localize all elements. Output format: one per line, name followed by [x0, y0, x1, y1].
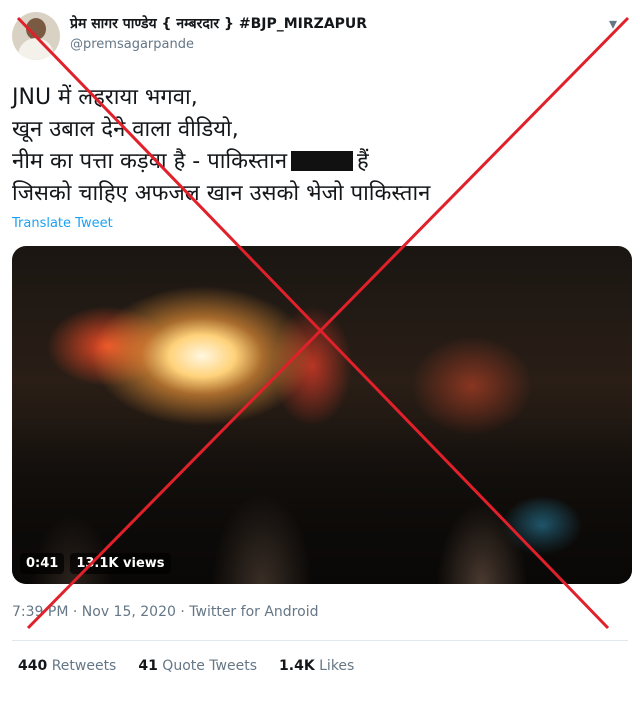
tweet-line-3-end: हैं — [357, 149, 369, 174]
avatar[interactable] — [12, 12, 60, 60]
retweets-count: 440 — [18, 658, 48, 674]
author-handle[interactable]: @premsagarpande — [70, 37, 194, 52]
divider — [12, 640, 628, 641]
author-name[interactable]: प्रेम सागर पाण्डेय { नम्बरदार } #BJP_MIR… — [70, 14, 367, 33]
more-options-icon[interactable]: ▾ — [602, 12, 624, 34]
tweet-text: JNU में लहराया भगवा, खून उबाल देने वाला … — [12, 82, 612, 210]
meta-separator-1: · — [72, 604, 78, 620]
tweet-meta: 7:39 PM · Nov 15, 2020 · Twitter for And… — [12, 604, 318, 620]
tweet-source[interactable]: Twitter for Android — [189, 604, 318, 620]
tweet-date[interactable]: Nov 15, 2020 — [82, 604, 176, 620]
tweet-line-3: नीम का पत्ता कड़वा है - पाकिस्तान हैं — [12, 146, 612, 178]
retweets-label: Retweets — [51, 658, 117, 674]
video-views: 13.1K views — [70, 553, 171, 574]
tweet-line-2: खून उबाल देने वाला वीडियो, — [12, 117, 239, 142]
video-player[interactable]: 0:41 13.1K views — [12, 246, 632, 584]
tweet-time[interactable]: 7:39 PM — [12, 604, 68, 620]
redaction-bar — [291, 151, 354, 171]
avatar-body — [18, 38, 54, 60]
tweet-line-1: JNU में लहराया भगवा, — [12, 85, 198, 110]
likes-count: 1.4K — [279, 658, 315, 674]
video-meta: 0:41 13.1K views — [20, 553, 171, 574]
likes-stat[interactable]: 1.4K Likes — [279, 658, 354, 674]
retweets-stat[interactable]: 440 Retweets — [18, 658, 116, 674]
tweet-line-4: जिसको चाहिए अफजल खान उसको भेजो पाकिस्तान — [12, 181, 431, 206]
video-duration: 0:41 — [20, 553, 65, 574]
tweet-line-3-text: नीम का पत्ता कड़वा है - पाकिस्तान — [12, 149, 288, 174]
meta-separator-2: · — [180, 604, 185, 620]
likes-label: Likes — [319, 658, 355, 674]
quote-tweets-stat[interactable]: 41 Quote Tweets — [138, 658, 257, 674]
translate-tweet-link[interactable]: Translate Tweet — [12, 216, 113, 231]
quote-count: 41 — [138, 658, 158, 674]
avatar-head — [26, 18, 46, 40]
quote-label: Quote Tweets — [162, 658, 258, 674]
tweet-stats: 440 Retweets 41 Quote Tweets 1.4K Likes — [18, 658, 354, 674]
